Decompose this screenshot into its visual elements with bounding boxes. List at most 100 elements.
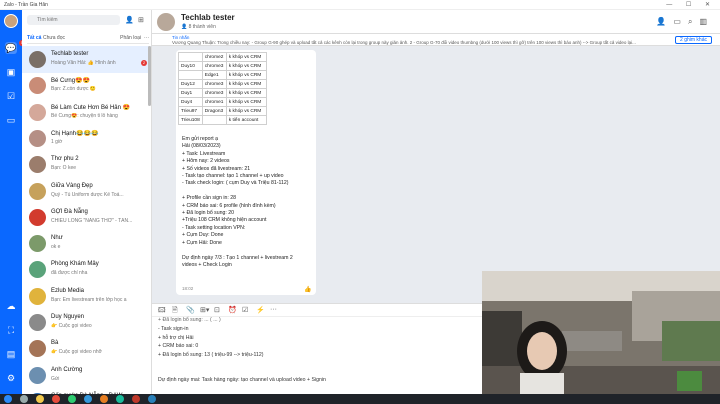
taskbar-app-icon[interactable]: [100, 395, 108, 403]
unread-badge: 2: [141, 60, 147, 66]
screenshot-icon[interactable]: ⛶: [5, 324, 17, 336]
briefcase-icon[interactable]: ▤: [5, 348, 17, 360]
pinned-message-bar[interactable]: Tin nhắn Vương Quang Thuận: Trong chiều …: [152, 34, 720, 46]
conversation-item[interactable]: Bé Làm Cute Hơn Bé Hân 😍 Bé Cưng😍: chuyện…: [22, 99, 151, 126]
conversation-item[interactable]: Techlab tester Hoàng Văn Hải: 👍 Hình ảnh 2: [22, 46, 151, 73]
settings-icon[interactable]: ⚙: [5, 372, 17, 384]
table-cell: [178, 70, 203, 80]
conversation-preview: CHIỀU LÒNG "NĂNG THƠ" - TẤN...: [51, 217, 133, 224]
conversation-scrollbar[interactable]: [148, 46, 151, 106]
report-line: + Cụm Hải: Done: [182, 239, 222, 246]
conversation-item[interactable]: Anh Cường Gửi: [22, 362, 151, 389]
taskbar-app-icon[interactable]: [52, 395, 60, 403]
search-chat-icon[interactable]: ⌕: [688, 17, 699, 26]
search-input[interactable]: [27, 15, 120, 25]
attach-icon[interactable]: 📎: [186, 306, 195, 314]
conversation-preview: 1 giờ: [51, 138, 63, 145]
table-row: Trieu108 k tiến account: [178, 115, 267, 125]
taskbar-app-icon[interactable]: [116, 395, 124, 403]
group-name[interactable]: Techlab tester: [181, 13, 235, 22]
conversation-item[interactable]: Ezlub Media Bạn: Em livestream trên lớp h…: [22, 283, 151, 310]
conversation-name: Anh Cường: [51, 366, 83, 373]
conversation-item[interactable]: Như ok e: [22, 230, 151, 257]
conversation-item[interactable]: Duy Nguyen 👉 Cuộc gọi video: [22, 309, 151, 336]
report-line: + Cụm Duy: Done: [182, 232, 224, 239]
image-icon[interactable]: 🗎: [172, 306, 178, 317]
webcam-image: [482, 271, 720, 404]
report-line: +Triệu 108 CRM không hiện account: [182, 217, 267, 224]
taskbar-app-icon[interactable]: [68, 395, 76, 403]
info-panel-icon[interactable]: ▥: [699, 17, 714, 26]
conversation-preview: ok e: [51, 244, 61, 251]
table-cell: [178, 52, 203, 62]
editor-line: Dự định ngày mai: Task hàng ngày: tạo ch…: [158, 377, 326, 383]
video-icon[interactable]: ▭: [5, 114, 17, 126]
conversation-avatar: [29, 235, 46, 253]
reaction-icon[interactable]: 👍: [304, 286, 311, 293]
conversation-preview: Bạn: Ô kee: [51, 165, 77, 172]
conversation-preview: Bạn: Z.còn dược 🙂: [51, 86, 97, 93]
message-time: 18:02: [182, 286, 194, 291]
conversation-avatar: [29, 182, 46, 200]
conversation-name: Chị Hạnh😂😂😂: [51, 130, 99, 137]
taskbar-app-icon[interactable]: [84, 395, 92, 403]
conversation-item[interactable]: Chị Hạnh😂😂😂 1 giờ: [22, 125, 151, 152]
tabs-more-icon[interactable]: ···: [144, 35, 149, 41]
taskbar-app-icon[interactable]: [148, 395, 156, 403]
report-line: + Profile cần sign in: 28: [182, 195, 237, 202]
report-line: [182, 247, 314, 254]
add-member-icon[interactable]: 👤: [656, 17, 673, 26]
conversation-item[interactable]: Bé Cưng😍😍 Bạn: Z.còn dược 🙂: [22, 72, 151, 99]
member-count[interactable]: 👤 8 thành viên: [181, 24, 216, 30]
screenshot-menu-icon[interactable]: ⊞▾: [200, 306, 209, 314]
table-cell: k khóp vs CRM: [225, 61, 267, 71]
group-avatar[interactable]: [157, 13, 175, 31]
table-row: Duy12 chrome3 k khóp vs CRM: [178, 79, 267, 89]
contacts-icon[interactable]: ▣: [5, 66, 17, 78]
card-icon[interactable]: ⊡: [214, 306, 220, 314]
chat-header: Techlab tester 👤 8 thành viên 👤▭⌕▥: [152, 10, 720, 34]
sticker-icon[interactable]: 🖾: [158, 306, 166, 317]
tab-unread[interactable]: Chưa đọc: [43, 35, 65, 41]
create-group-icon[interactable]: ⊞: [138, 16, 144, 24]
cloud-icon[interactable]: ☁: [5, 300, 17, 312]
header-actions: 👤▭⌕▥: [656, 17, 714, 27]
todo-icon[interactable]: ☑: [242, 306, 248, 314]
conversation-tabs: Tất cả Chưa đọc Phân loại ···: [27, 34, 149, 44]
video-call-icon[interactable]: ▭: [673, 17, 688, 26]
add-friend-icon[interactable]: 👤: [125, 16, 134, 24]
tab-category[interactable]: Phân loại: [120, 35, 141, 41]
conversation-item[interactable]: Thơ phu 2 Bạn: Ô kee: [22, 151, 151, 178]
todo-icon[interactable]: ☑: [5, 90, 17, 102]
conversation-item[interactable]: Giữa Vàng Đẹp Quý - Tú Uniform dược Kế To…: [22, 178, 151, 205]
conversation-item[interactable]: Bà 👉 Cuộc gọi video nhỡ: [22, 335, 151, 362]
conversation-preview: Hoàng Văn Hải: 👍 Hình ảnh: [51, 60, 116, 66]
conversation-preview: Quý - Tú Uniform dược Kế Toá...: [51, 191, 124, 198]
table-cell: Trieu108: [178, 115, 203, 125]
conversation-name: Giữa Vàng Đẹp: [51, 182, 93, 189]
message-editor[interactable]: + Đã login bổ sung: ... ( ... ) - Task s…: [152, 317, 482, 394]
message-bubble[interactable]: chrome2 k khóp vs CRM Duy10 chrome3 k khóp v…: [176, 50, 316, 295]
reminder-icon[interactable]: ⏰: [228, 306, 237, 314]
start-icon[interactable]: [4, 395, 12, 403]
chat-icon[interactable]: 💬 5: [5, 40, 25, 54]
report-line: + Đã login bổ sung: 20: [182, 210, 235, 217]
table-cell: Edge1: [201, 70, 227, 80]
taskbar-app-icon[interactable]: [20, 395, 28, 403]
window-controls[interactable]: — ☐ ✕: [666, 1, 716, 8]
more-pins-button[interactable]: 2 ghim khác: [675, 36, 712, 44]
taskbar-app-icon[interactable]: [36, 395, 44, 403]
conversation-item[interactable]: GỢI Đà Nẵng CHIỀU LÒNG "NĂNG THƠ" - TẤN..…: [22, 204, 151, 231]
conversation-preview: đã được chỉ nha: [51, 270, 88, 277]
report-line: + CRM báo sai: 6 profile (hình đính kèm): [182, 202, 276, 209]
more-icon[interactable]: ···: [270, 306, 277, 313]
quick-message-icon[interactable]: ⚡: [256, 306, 265, 314]
user-avatar[interactable]: [4, 14, 18, 28]
taskbar-app-icon[interactable]: [132, 395, 140, 403]
conversation-item[interactable]: Phòng Khám Mây đã được chỉ nha: [22, 256, 151, 283]
tab-all[interactable]: Tất cả: [27, 35, 41, 41]
table-row: Duy4 chrome1 k khóp vs CRM: [178, 97, 267, 107]
table-cell: [201, 115, 227, 125]
conversation-avatar: [29, 314, 46, 331]
editor-line: + Đã login bổ sung: ... ( ... ): [158, 317, 221, 323]
